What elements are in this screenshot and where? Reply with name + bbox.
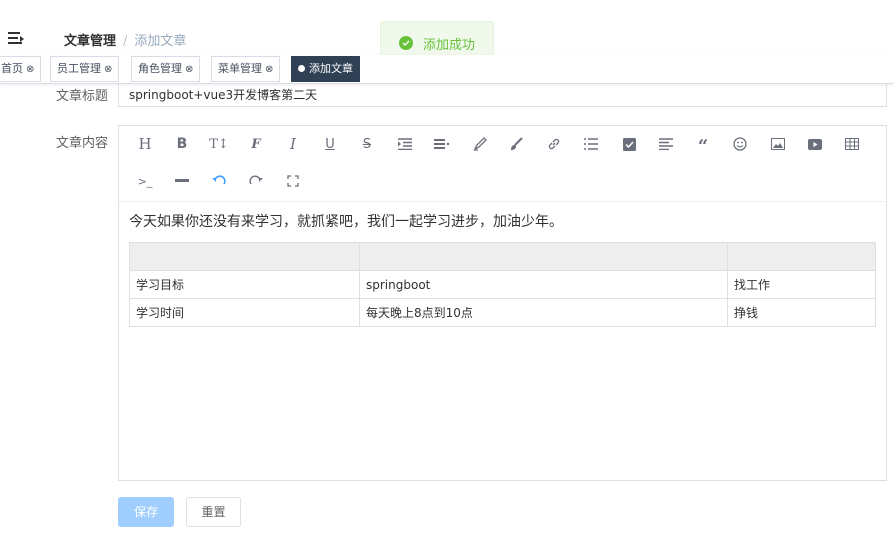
table-row: 学习时间 每天晚上8点到10点 挣钱	[129, 298, 876, 327]
redo-icon[interactable]	[245, 170, 267, 192]
close-icon[interactable]: ⊗	[26, 64, 34, 75]
indent-icon[interactable]	[394, 133, 416, 155]
table-cell: 挣钱	[727, 298, 876, 327]
table-icon[interactable]	[841, 133, 863, 155]
reset-button[interactable]: 重置	[186, 497, 241, 527]
title-label: 文章标题	[55, 89, 108, 104]
table-header-cell	[727, 242, 876, 271]
underline-icon[interactable]: U	[319, 133, 341, 155]
unordered-list-icon[interactable]	[580, 133, 602, 155]
checkbox-icon[interactable]	[618, 133, 640, 155]
check-circle-icon	[399, 36, 413, 50]
breadcrumb: 文章管理 / 添加文章	[64, 30, 186, 49]
close-icon[interactable]: ⊗	[104, 64, 112, 75]
table-cell: 找工作	[727, 270, 876, 299]
fullscreen-icon[interactable]	[282, 170, 304, 192]
table-cell: 学习时间	[129, 298, 360, 327]
table-row: 学习目标 springboot 找工作	[129, 270, 876, 299]
emoji-icon[interactable]	[729, 133, 751, 155]
code-icon[interactable]: >_	[134, 170, 156, 192]
tag-role[interactable]: 角色管理 ⊗	[131, 56, 201, 82]
table-cell: 学习目标	[129, 270, 360, 299]
divider-icon[interactable]	[171, 170, 193, 192]
tag-label: 员工管理	[57, 62, 101, 75]
close-icon[interactable]: ⊗	[185, 64, 193, 75]
toast-message: 添加成功	[423, 37, 476, 53]
close-icon[interactable]: ⊗	[265, 64, 273, 75]
undo-icon[interactable]	[208, 170, 230, 192]
strikethrough-icon[interactable]: S	[356, 133, 378, 155]
quote-icon[interactable]: “	[692, 133, 714, 156]
table-header-row	[129, 242, 876, 271]
tag-add-article[interactable]: 添加文章	[291, 56, 360, 82]
content-table: 学习目标 springboot 找工作 学习时间 每天晚上8点到10点 挣钱	[129, 242, 876, 327]
tag-menu[interactable]: 菜单管理 ⊗	[211, 56, 281, 82]
content-label: 文章内容	[55, 136, 108, 151]
tag-label: 添加文章	[309, 62, 353, 75]
table-header-cell	[129, 242, 360, 271]
rich-text-editor[interactable]: H B T↕ F I U S “ >_ 今天如果你还没有来学习，就抓紧吧，我们一…	[118, 125, 887, 481]
editor-content[interactable]: 今天如果你还没有来学习，就抓紧吧，我们一起学习进步，加油少年。 学习目标 spr…	[129, 212, 879, 327]
justify-icon[interactable]	[655, 133, 677, 155]
tag-label: 菜单管理	[218, 62, 262, 75]
editor-toolbar: H B T↕ F I U S “ >_	[119, 126, 886, 202]
italic-icon[interactable]: I	[282, 133, 304, 155]
title-input[interactable]: springboot+vue3开发博客第二天	[118, 84, 887, 107]
tag-home[interactable]: 首页 ⊗	[0, 56, 42, 82]
align-icon[interactable]	[431, 133, 453, 155]
text-size-icon[interactable]: T↕	[208, 133, 230, 155]
save-button[interactable]: 保存	[118, 497, 174, 527]
tag-employee[interactable]: 员工管理 ⊗	[50, 56, 120, 82]
video-icon[interactable]	[804, 133, 826, 155]
highlight-icon[interactable]	[469, 133, 491, 155]
table-cell: springboot	[359, 270, 728, 299]
tag-label: 首页	[1, 62, 23, 75]
breadcrumb-separator: /	[123, 34, 128, 49]
heading-icon[interactable]: H	[134, 133, 156, 155]
content-paragraph: 今天如果你还没有来学习，就抓紧吧，我们一起学习进步，加油少年。	[129, 214, 563, 230]
tag-label: 角色管理	[138, 62, 182, 75]
active-dot-icon	[298, 65, 305, 72]
table-header-cell	[359, 242, 728, 271]
tags-view: 首页 ⊗ 员工管理 ⊗ 角色管理 ⊗ 菜单管理 ⊗ 添加文章	[0, 55, 893, 84]
font-icon[interactable]: F	[245, 133, 267, 155]
brush-icon[interactable]	[506, 133, 528, 155]
image-icon[interactable]	[767, 133, 789, 155]
breadcrumb-parent[interactable]: 文章管理	[64, 34, 116, 49]
hamburger-icon[interactable]	[8, 32, 24, 46]
link-icon[interactable]	[543, 133, 565, 155]
bold-icon[interactable]: B	[171, 133, 193, 155]
breadcrumb-current: 添加文章	[134, 34, 187, 49]
table-cell: 每天晚上8点到10点	[359, 298, 728, 327]
